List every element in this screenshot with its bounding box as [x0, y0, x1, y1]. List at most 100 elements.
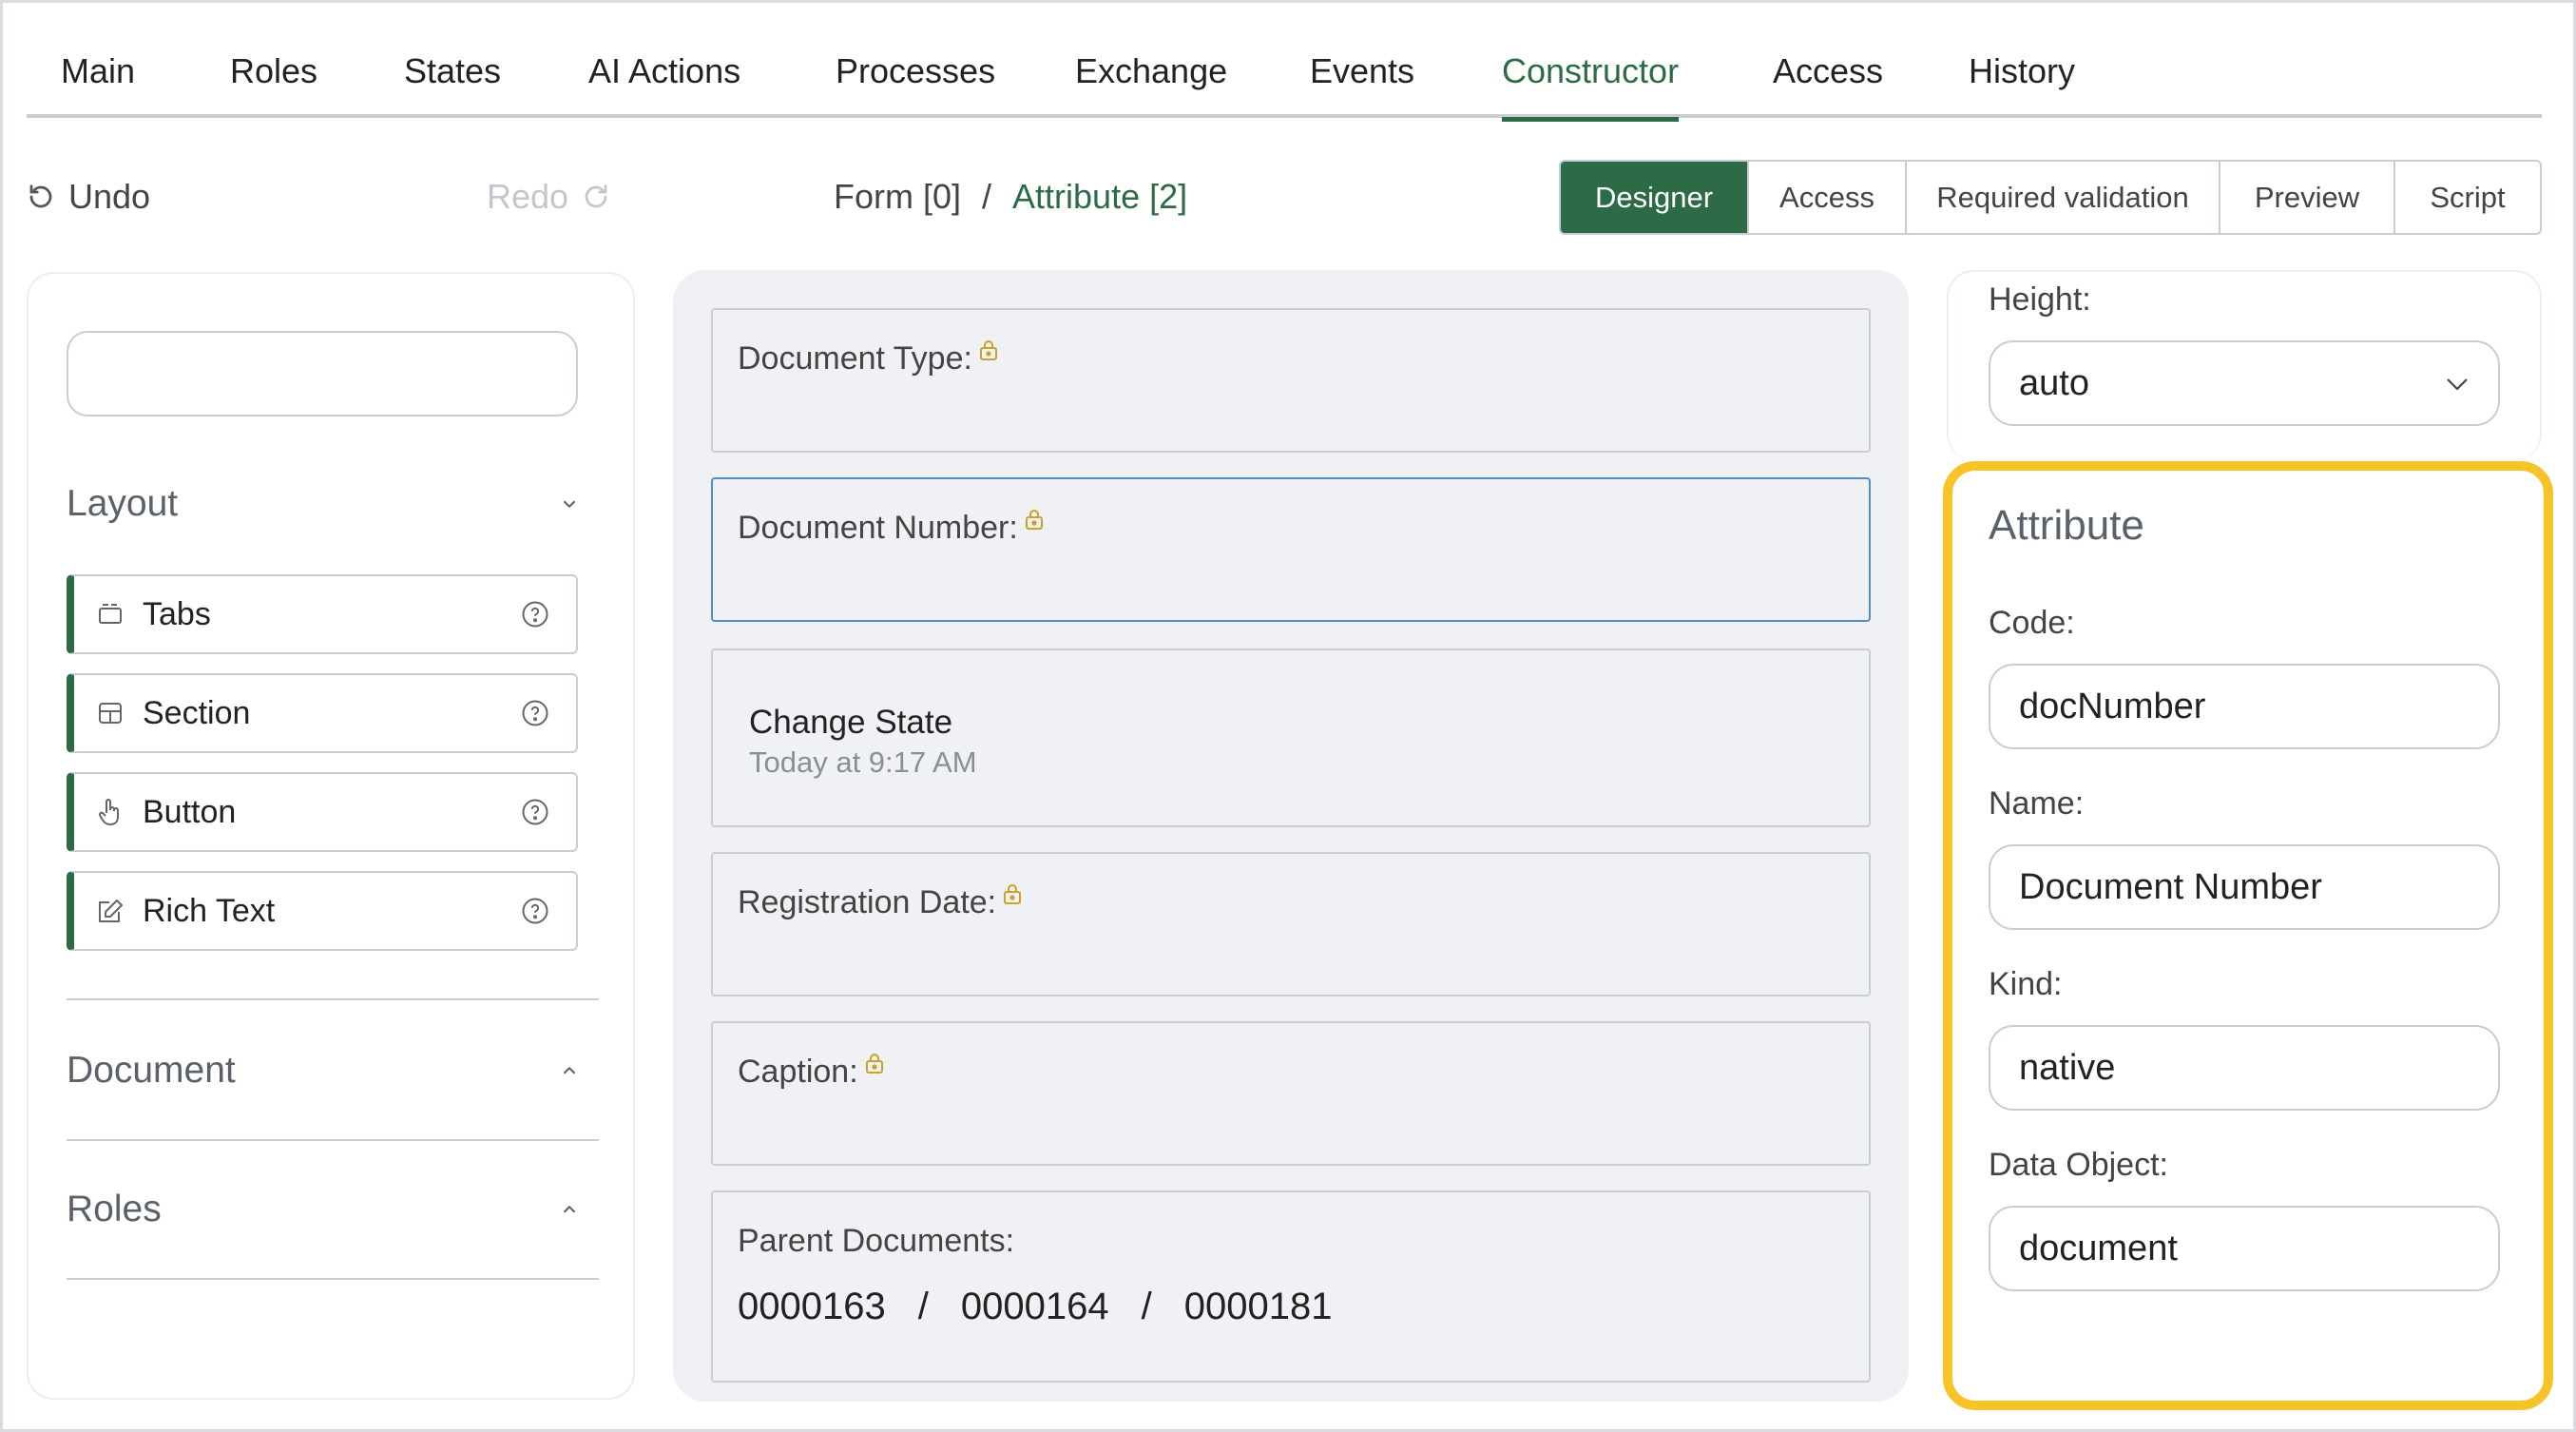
- parent-document-separator: /: [917, 1286, 929, 1327]
- chevron-up-icon: [563, 1066, 576, 1074]
- redo-label: Redo: [487, 177, 569, 216]
- divider: [67, 1278, 599, 1280]
- field-document-type[interactable]: Document Type:: [711, 308, 1871, 453]
- kind-field[interactable]: native: [1989, 1025, 2500, 1111]
- palette-item-rich-text[interactable]: Rich Text: [67, 871, 578, 951]
- palette-item-button[interactable]: Button: [67, 772, 578, 852]
- palette-item-section[interactable]: Section: [67, 673, 578, 753]
- attribute-section-title: Attribute: [1989, 502, 2144, 549]
- code-field[interactable]: docNumber: [1989, 664, 2500, 749]
- group-document-header[interactable]: Document: [67, 1050, 580, 1092]
- field-label-text: Document Type:: [738, 340, 972, 377]
- lock-icon: [1004, 884, 1022, 904]
- divider: [67, 998, 599, 1000]
- chevron-down-icon: [563, 500, 576, 509]
- palette-item-tabs[interactable]: Tabs: [67, 574, 578, 654]
- height-select[interactable]: auto: [1989, 340, 2500, 426]
- redo-button[interactable]: Redo: [487, 177, 610, 217]
- lock-icon: [979, 340, 997, 360]
- top-nav: Main Roles States AI Actions Processes E…: [27, 23, 2542, 122]
- tab-constructor[interactable]: Constructor: [1502, 51, 1680, 122]
- help-icon[interactable]: [521, 699, 549, 727]
- tab-ai-actions[interactable]: AI Actions: [588, 51, 740, 118]
- tab-roles[interactable]: Roles: [230, 51, 317, 118]
- breadcrumb-separator: /: [982, 177, 992, 216]
- data-object-label: Data Object:: [1989, 1147, 2168, 1183]
- mode-required-validation-button[interactable]: Required validation: [1905, 162, 2219, 233]
- height-label: Height:: [1989, 281, 2091, 318]
- mode-access-button[interactable]: Access: [1747, 162, 1905, 233]
- edit-icon: [95, 896, 125, 926]
- mode-switcher: Designer Access Required validation Prev…: [1559, 160, 2542, 235]
- field-label: Document Type:: [738, 340, 999, 377]
- name-label: Name:: [1989, 785, 2085, 822]
- mode-preview-button[interactable]: Preview: [2219, 162, 2393, 233]
- breadcrumb-form[interactable]: Form [0]: [834, 177, 961, 217]
- palette-search-input[interactable]: [67, 331, 578, 416]
- field-label: Caption:: [738, 1054, 885, 1091]
- parent-document-link[interactable]: 0000163: [738, 1286, 886, 1328]
- undo-icon: [29, 184, 52, 208]
- section-icon: [95, 698, 125, 728]
- undo-button[interactable]: Undo: [27, 177, 150, 217]
- field-change-state[interactable]: Change State Today at 9:17 AM: [711, 648, 1871, 827]
- group-roles-header[interactable]: Roles: [67, 1189, 580, 1230]
- chevron-up-icon: [563, 1205, 576, 1213]
- mode-script-button[interactable]: Script: [2393, 162, 2540, 233]
- tab-states[interactable]: States: [404, 51, 501, 118]
- form-canvas: Document Type: Document Number: Change S…: [673, 270, 1909, 1402]
- field-label-text: Caption:: [738, 1054, 858, 1090]
- palette-item-label: Button: [143, 793, 237, 830]
- field-label-text: Document Number:: [738, 510, 1018, 546]
- tab-main[interactable]: Main: [61, 51, 135, 118]
- field-label-text: Registration Date:: [738, 884, 997, 920]
- help-icon[interactable]: [521, 600, 549, 629]
- code-label: Code:: [1989, 605, 2075, 641]
- field-label: Parent Documents:: [738, 1223, 1014, 1260]
- tab-history[interactable]: History: [1969, 51, 2075, 118]
- field-label: Document Number:: [738, 510, 1045, 547]
- field-label: Registration Date:: [738, 884, 1023, 921]
- lock-icon: [1025, 510, 1043, 530]
- kind-field-value: native: [2019, 1047, 2116, 1088]
- parent-documents-list: 0000163 / 0000164 / 0000181: [738, 1286, 1332, 1328]
- data-object-field[interactable]: document: [1989, 1206, 2500, 1291]
- tab-events[interactable]: Events: [1310, 51, 1414, 118]
- kind-label: Kind:: [1989, 966, 2063, 1002]
- code-field-value: docNumber: [2019, 686, 2206, 726]
- divider: [67, 1139, 599, 1141]
- breadcrumb-attribute[interactable]: Attribute [2]: [1012, 177, 1187, 217]
- change-state-title: Change State: [749, 704, 953, 741]
- pointer-hand-icon: [95, 797, 125, 827]
- field-caption[interactable]: Caption:: [711, 1021, 1871, 1166]
- group-document-title: Document: [67, 1050, 236, 1091]
- field-parent-documents[interactable]: Parent Documents: 0000163 / 0000164 / 00…: [711, 1190, 1871, 1383]
- group-roles-title: Roles: [67, 1189, 162, 1229]
- palette-item-label: Rich Text: [143, 892, 276, 929]
- tab-processes[interactable]: Processes: [836, 51, 995, 118]
- tabs-icon: [95, 599, 125, 629]
- undo-label: Undo: [68, 177, 151, 216]
- field-registration-date[interactable]: Registration Date:: [711, 852, 1871, 997]
- help-icon[interactable]: [521, 897, 549, 925]
- name-field[interactable]: Document Number: [1989, 844, 2500, 930]
- component-palette: Layout Tabs Section Button Rich Text Doc…: [27, 272, 635, 1400]
- help-icon[interactable]: [521, 798, 549, 826]
- height-select-value: auto: [2019, 362, 2089, 403]
- chevron-down-icon: [2447, 378, 2468, 391]
- tab-exchange[interactable]: Exchange: [1075, 51, 1227, 118]
- palette-item-label: Section: [143, 694, 251, 731]
- redo-icon: [585, 184, 607, 208]
- name-field-value: Document Number: [2019, 866, 2322, 907]
- parent-document-separator: /: [1141, 1286, 1152, 1327]
- field-document-number[interactable]: Document Number:: [711, 477, 1871, 622]
- parent-document-link[interactable]: 0000164: [961, 1286, 1109, 1328]
- mode-designer-button[interactable]: Designer: [1561, 162, 1747, 233]
- breadcrumb: Form [0] / Attribute [2]: [834, 177, 1187, 217]
- lock-icon: [865, 1054, 883, 1074]
- group-layout-header[interactable]: Layout: [67, 483, 580, 525]
- parent-document-link[interactable]: 0000181: [1184, 1286, 1333, 1328]
- tab-access[interactable]: Access: [1773, 51, 1883, 118]
- change-state-timestamp: Today at 9:17 AM: [749, 745, 977, 779]
- field-label-text: Parent Documents:: [738, 1223, 1015, 1259]
